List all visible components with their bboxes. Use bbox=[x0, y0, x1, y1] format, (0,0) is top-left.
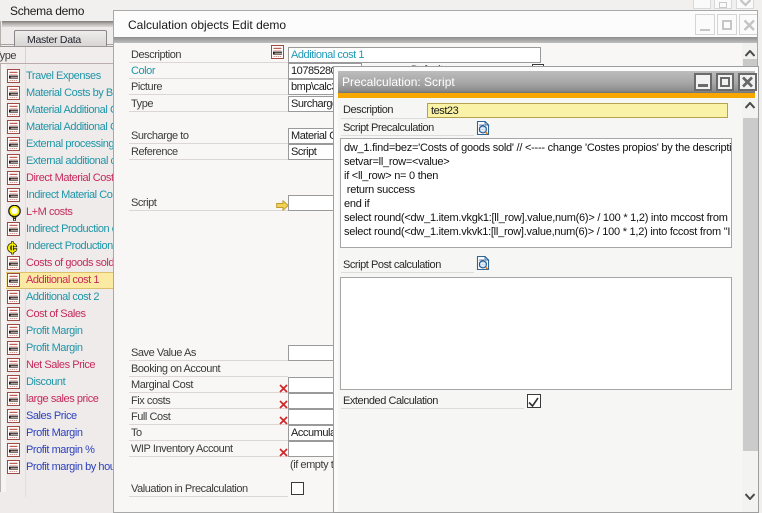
svg-text:¢: ¢ bbox=[8, 239, 18, 256]
